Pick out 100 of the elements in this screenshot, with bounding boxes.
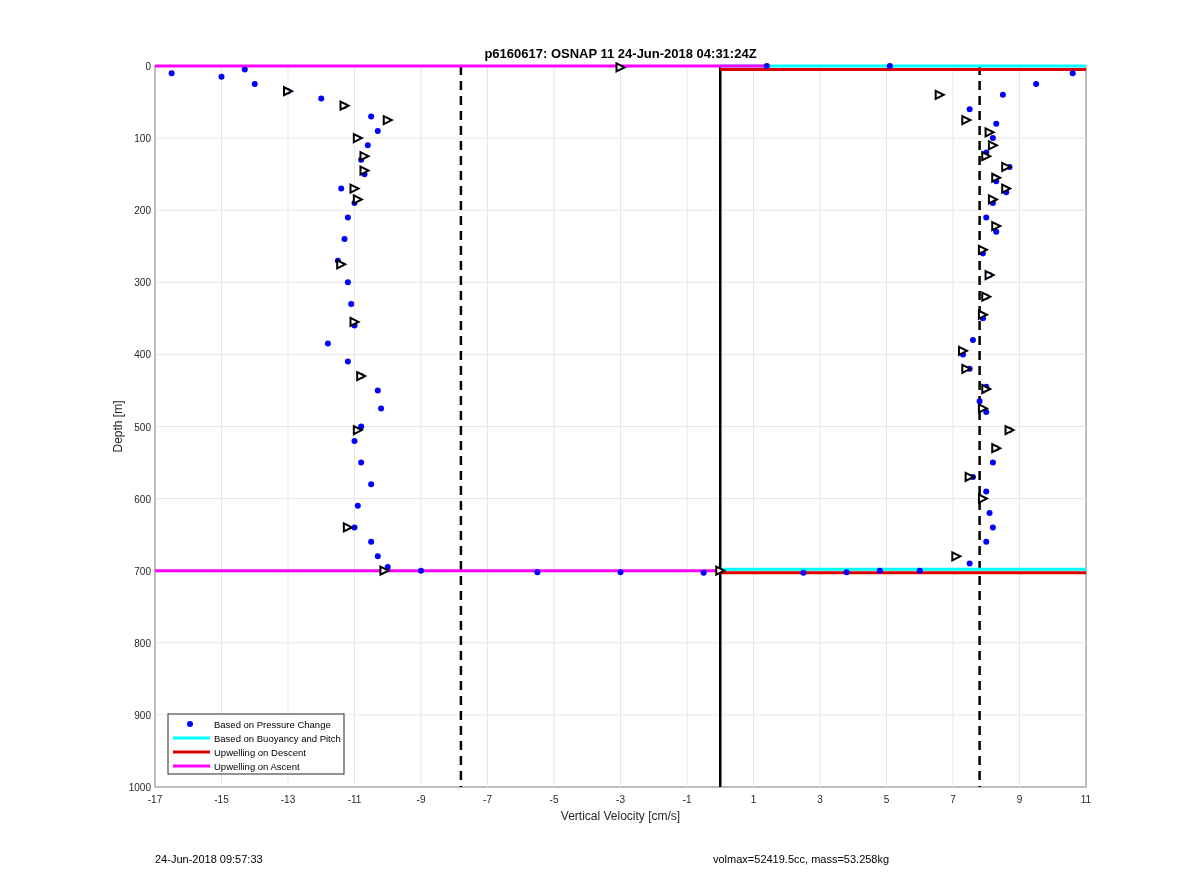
x-tick-label: -7 <box>483 794 492 805</box>
triangle-marker <box>379 565 391 577</box>
triangle-marker <box>1001 182 1013 195</box>
triangle-marker <box>991 220 1003 232</box>
y-tick-label: 800 <box>134 637 151 649</box>
triangle-marker <box>987 139 1000 151</box>
triangle-marker <box>1004 424 1016 436</box>
data-point <box>534 569 541 576</box>
data-point <box>338 185 345 192</box>
x-tick-label: 7 <box>950 794 956 805</box>
triangle-marker <box>352 424 365 436</box>
x-tick-label: -3 <box>616 794 625 805</box>
data-point <box>763 63 770 69</box>
x-tick-label: -1 <box>682 794 692 805</box>
data-point <box>983 488 990 495</box>
legend-label: Based on Pressure Change <box>214 719 331 730</box>
y-tick-label: 500 <box>134 421 151 433</box>
y-tick-label: 100 <box>134 133 151 145</box>
data-point <box>324 340 331 347</box>
y-tick-label: 200 <box>134 205 151 217</box>
data-point <box>983 538 990 545</box>
summary-text: volmax=52419.5cc, mass=53.258kg <box>713 853 890 865</box>
data-point <box>1033 81 1040 88</box>
data-point <box>344 279 351 286</box>
data-point <box>251 81 258 88</box>
data-point <box>368 538 375 545</box>
triangle-marker <box>359 164 371 177</box>
data-point <box>989 135 996 142</box>
y-tick-label: 300 <box>134 277 151 289</box>
legend-label: Based on Buoyancy and Pitch <box>214 733 341 744</box>
data-point <box>876 567 883 574</box>
data-point <box>993 228 1000 235</box>
data-point <box>358 459 365 466</box>
triangle-marker <box>991 172 1003 184</box>
chart-title: p6160617: OSNAP 11 24-Jun-2018 04:31:24Z <box>484 46 757 61</box>
data-point <box>976 398 983 405</box>
triangle-marker <box>356 370 368 382</box>
data-point <box>374 553 381 560</box>
triangle-marker <box>951 550 963 562</box>
triangle-marker <box>934 89 946 101</box>
x-tick-label: -13 <box>280 794 296 805</box>
legend-label: Upwelling on Descent <box>214 747 306 758</box>
triangle-marker <box>977 402 990 415</box>
triangle-marker <box>342 521 355 534</box>
x-tick-label: -5 <box>549 794 559 805</box>
x-tick-label: -15 <box>214 794 229 805</box>
triangle-marker <box>984 126 996 138</box>
data-point <box>916 567 923 574</box>
triangle-marker <box>352 132 365 144</box>
data-point <box>986 510 993 516</box>
y-tick-label: 900 <box>134 709 151 721</box>
triangle-marker <box>981 291 993 303</box>
data-point <box>341 236 348 243</box>
triangle-marker <box>715 565 727 577</box>
data-point <box>318 95 325 102</box>
y-axis-label: Depth [m] <box>111 400 125 453</box>
triangle-marker <box>958 345 970 357</box>
legend-dot <box>187 721 193 727</box>
x-tick-label: -9 <box>416 794 426 805</box>
data-point <box>351 437 358 444</box>
data-point <box>344 214 351 221</box>
data-point <box>241 66 248 73</box>
data-point <box>1069 70 1076 77</box>
data-point <box>989 524 996 531</box>
triangle-marker <box>336 258 348 270</box>
triangle-marker <box>984 269 996 281</box>
data-point <box>983 214 990 221</box>
x-tick-label: 5 <box>883 794 890 805</box>
triangle-marker <box>981 383 993 395</box>
data-point <box>378 405 385 412</box>
y-tick-label: 1000 <box>128 782 151 793</box>
data-point <box>374 387 381 394</box>
triangle-marker <box>352 193 365 205</box>
data-point <box>168 70 175 77</box>
data-point <box>999 91 1006 98</box>
data-point <box>800 569 807 576</box>
triangle-marker <box>977 309 990 321</box>
triangle-marker <box>349 316 361 328</box>
x-tick-label: -11 <box>347 794 362 805</box>
triangle-marker <box>961 363 973 375</box>
triangle-marker <box>961 114 973 126</box>
data-point <box>983 409 990 416</box>
y-tick-label: 400 <box>134 349 151 361</box>
triangle-marker <box>977 493 990 505</box>
x-tick-label: 3 <box>817 794 823 805</box>
triangle-marker <box>981 150 993 162</box>
data-point <box>348 300 355 307</box>
data-point <box>969 337 976 343</box>
legend-line <box>173 750 210 754</box>
triangle-marker <box>283 85 295 97</box>
timestamp-text: 24-Jun-2018 09:57:33 <box>155 853 263 865</box>
x-tick-label: 1 <box>750 794 757 805</box>
data-point <box>993 120 1000 127</box>
data-point <box>344 358 351 365</box>
data-point <box>700 569 707 576</box>
data-point <box>374 127 381 134</box>
x-tick-label: -17 <box>147 794 163 805</box>
data-point <box>966 560 973 567</box>
data-point <box>418 567 424 574</box>
triangle-marker <box>339 100 351 112</box>
